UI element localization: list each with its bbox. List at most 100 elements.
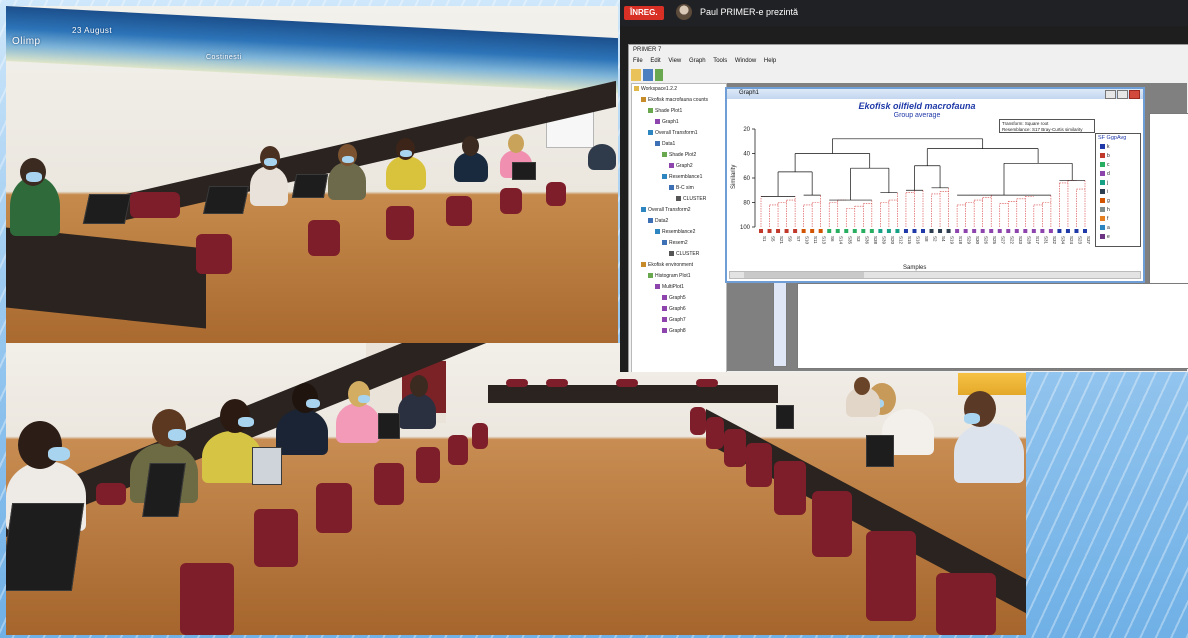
face-mask xyxy=(26,172,42,182)
legend-item: a xyxy=(1100,225,1110,231)
sample-marker xyxy=(886,229,891,233)
sample-marker xyxy=(997,229,1002,233)
chair xyxy=(254,509,298,567)
tree-node[interactable]: Resemblance1 xyxy=(662,174,702,180)
tree-node[interactable]: Shade Plot1 xyxy=(648,108,682,114)
chair xyxy=(866,531,916,621)
toolbar[interactable] xyxy=(631,69,1187,81)
menu-window[interactable]: Window xyxy=(735,58,756,64)
sample-marker xyxy=(989,229,994,233)
tree-node-icon xyxy=(662,152,667,158)
participant xyxy=(328,162,366,200)
participant-head xyxy=(854,377,870,395)
sample-marker xyxy=(1048,229,1053,233)
sample-label: S7 xyxy=(796,236,801,242)
tree-node[interactable]: Resemblance2 xyxy=(655,229,695,235)
tree-node-icon xyxy=(655,284,660,290)
laptop xyxy=(252,447,282,485)
legend-symbol xyxy=(1100,234,1105,240)
laptop xyxy=(776,405,794,429)
tree-node[interactable]: Ekofisk environment xyxy=(641,262,693,268)
tree-node-icon xyxy=(648,218,653,224)
menu-help[interactable]: Help xyxy=(764,58,776,64)
menu-file[interactable]: File xyxy=(633,58,643,64)
sample-marker xyxy=(1065,229,1070,233)
legend: SF GgpAvg kbcdjighfae xyxy=(1095,133,1141,247)
minimize-button[interactable] xyxy=(1105,90,1116,99)
legend-label: g xyxy=(1107,198,1110,204)
presenter-avatar xyxy=(676,4,692,20)
window-blinds xyxy=(958,373,1026,395)
sample-marker xyxy=(1057,229,1062,233)
y-tick-label: 100 xyxy=(740,225,751,231)
sample-marker xyxy=(1023,229,1028,233)
legend-label: i xyxy=(1107,189,1109,195)
tree-node[interactable]: Shade Plot2 xyxy=(662,152,696,158)
participant-head xyxy=(462,136,479,156)
sample-label: S1 xyxy=(762,236,767,242)
screen-share: ÎNREG. Paul PRIMER-e prezintă PRIMER 7 F… xyxy=(620,0,1188,372)
scrollbar-thumb[interactable] xyxy=(744,272,864,278)
tree-node[interactable]: Ekofisk macrofauna counts xyxy=(641,97,708,103)
menu-view[interactable]: View xyxy=(668,58,681,64)
tree-node[interactable]: Graph1 xyxy=(655,119,679,125)
participant-head xyxy=(410,375,428,397)
tree-node-label: CLUSTER xyxy=(676,251,700,257)
tree-node[interactable]: B-C sim xyxy=(669,185,694,191)
maximize-button[interactable] xyxy=(1117,90,1128,99)
sample-label: S8 xyxy=(924,236,929,242)
tree-node[interactable]: Overall Transform1 xyxy=(648,130,698,136)
sample-label: S30 xyxy=(975,236,980,245)
sample-label: S33 xyxy=(1018,236,1023,245)
chair xyxy=(774,461,806,515)
sample-label: S11 xyxy=(813,236,818,244)
legend-label: e xyxy=(1107,234,1110,240)
graph-window[interactable]: Graph1 Ekofisk oilfield macrofauna Group… xyxy=(725,87,1145,283)
menu-edit[interactable]: Edit xyxy=(650,58,660,64)
menu-tools[interactable]: Tools xyxy=(713,58,727,64)
chair xyxy=(416,447,440,483)
tree-node[interactable]: CLUSTER xyxy=(669,251,699,257)
map-label-olimp: Olimp xyxy=(12,36,41,47)
graph-window-titlebar[interactable]: Graph1 xyxy=(727,89,1143,99)
sample-marker xyxy=(938,229,943,233)
tree-node-icon xyxy=(662,317,667,323)
window-title: PRIMER 7 xyxy=(633,47,662,53)
tree-node-label: Graph1 xyxy=(662,119,679,125)
tree-node-label: Graph6 xyxy=(669,306,686,312)
tree-node[interactable]: Histogram Plot1 xyxy=(648,273,691,279)
tree-node[interactable]: Graph7 xyxy=(662,317,686,323)
tree-node-label: Overall Transform1 xyxy=(655,130,698,136)
sample-marker xyxy=(784,229,789,233)
tree-node[interactable]: Graph6 xyxy=(662,306,686,312)
menu-graph[interactable]: Graph xyxy=(689,58,706,64)
sample-label: S10 xyxy=(805,236,810,245)
tree-node[interactable]: Data2 xyxy=(648,218,668,224)
graph-window-title: Graph1 xyxy=(739,90,760,96)
workspace-tree[interactable]: Workspace1.2.2 Ekofisk macrofauna counts S… xyxy=(631,83,727,372)
legend-symbol xyxy=(1100,162,1105,168)
legend-item: c xyxy=(1100,162,1110,168)
sample-label: S38 xyxy=(873,236,878,245)
sample-label: S25 xyxy=(992,236,997,245)
tree-node[interactable]: Graph8 xyxy=(662,328,686,334)
sample-label: S23 xyxy=(1077,236,1082,245)
close-button[interactable] xyxy=(1129,90,1140,99)
sample-label: S29 xyxy=(967,236,972,245)
participant-head xyxy=(18,421,62,469)
tree-node[interactable]: Graph2 xyxy=(669,163,693,169)
tree-node[interactable]: Overall Transform2 xyxy=(641,207,691,213)
tree-node[interactable]: Workspace1.2.2 xyxy=(634,86,677,92)
tree-node[interactable]: CLUSTER xyxy=(676,196,706,202)
tree-node-label: Data2 xyxy=(655,218,669,224)
tree-node-icon xyxy=(648,130,653,136)
sample-marker xyxy=(903,229,908,233)
tree-node[interactable]: Resem2 xyxy=(662,240,688,246)
legend-item: f xyxy=(1100,216,1108,222)
horizontal-scrollbar[interactable] xyxy=(729,271,1141,279)
tree-node[interactable]: MultiPlot1 xyxy=(655,284,684,290)
y-tick-label: 20 xyxy=(743,127,750,133)
tree-node[interactable]: Data1 xyxy=(655,141,675,147)
laptop xyxy=(6,503,85,591)
tree-node[interactable]: Graph5 xyxy=(662,295,686,301)
